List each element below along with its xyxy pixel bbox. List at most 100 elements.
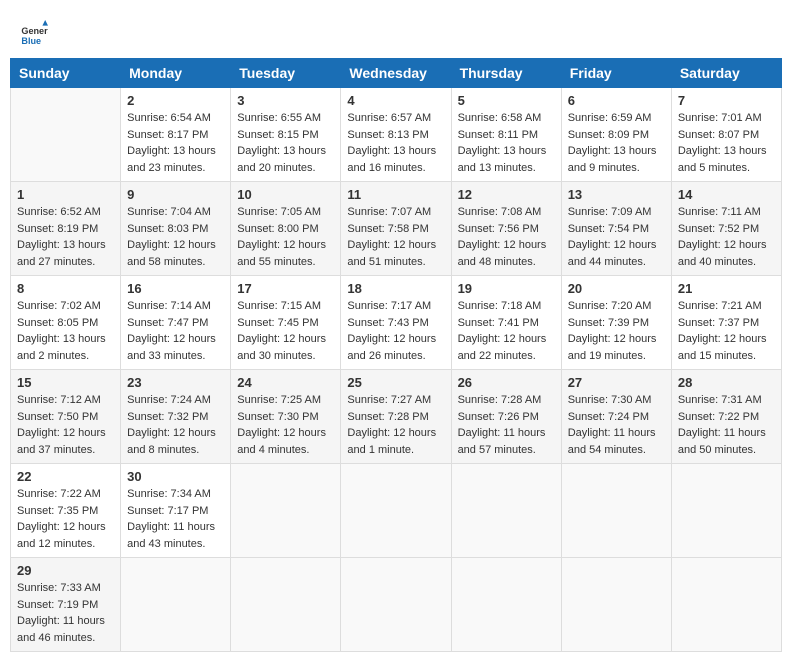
calendar-cell: 16 Sunrise: 7:14 AM Sunset: 7:47 PM Dayli… <box>121 276 231 370</box>
calendar-cell: 30Sunrise: 7:34 AM Sunset: 7:17 PM Dayli… <box>121 464 231 558</box>
calendar-cell: 22 Sunrise: 7:22 AM Sunset: 7:35 PM Dayli… <box>11 464 121 558</box>
calendar-cell: 13 Sunrise: 7:09 AM Sunset: 7:54 PM Dayli… <box>561 182 671 276</box>
calendar-week-row: 8 Sunrise: 7:02 AM Sunset: 8:05 PM Daylig… <box>11 276 782 370</box>
calendar-week-row: 15Sunrise: 7:12 AM Sunset: 7:50 PM Dayli… <box>11 370 782 464</box>
day-info: Sunrise: 7:22 AM Sunset: 7:35 PM Dayligh… <box>17 486 114 552</box>
day-info: Sunrise: 7:09 AM Sunset: 7:54 PM Dayligh… <box>568 204 665 270</box>
calendar-cell: 10Sunrise: 7:05 AM Sunset: 8:00 PM Dayli… <box>231 182 341 276</box>
calendar-cell <box>561 464 671 558</box>
calendar-cell: 21Sunrise: 7:21 AM Sunset: 7:37 PM Dayli… <box>671 276 781 370</box>
calendar-cell <box>671 558 781 652</box>
calendar-cell <box>341 558 451 652</box>
day-info: Sunrise: 7:27 AM Sunset: 7:28 PM Dayligh… <box>347 392 444 458</box>
calendar-cell: 8 Sunrise: 7:02 AM Sunset: 8:05 PM Daylig… <box>11 276 121 370</box>
weekday-header: Tuesday <box>231 59 341 88</box>
page-header: General Blue <box>10 10 782 53</box>
day-info: Sunrise: 7:14 AM Sunset: 7:47 PM Dayligh… <box>127 298 224 364</box>
day-info: Sunrise: 7:12 AM Sunset: 7:50 PM Dayligh… <box>17 392 114 458</box>
svg-text:Blue: Blue <box>21 36 41 46</box>
day-info: Sunrise: 7:01 AM Sunset: 8:07 PM Dayligh… <box>678 110 775 176</box>
day-info: Sunrise: 7:02 AM Sunset: 8:05 PM Dayligh… <box>17 298 114 364</box>
calendar-cell: 25 Sunrise: 7:27 AM Sunset: 7:28 PM Dayli… <box>341 370 451 464</box>
calendar-cell: 3Sunrise: 6:55 AM Sunset: 8:15 PM Daylig… <box>231 88 341 182</box>
day-number: 29 <box>17 563 114 578</box>
calendar-cell: 27Sunrise: 7:30 AM Sunset: 7:24 PM Dayli… <box>561 370 671 464</box>
calendar-cell: 19Sunrise: 7:18 AM Sunset: 7:41 PM Dayli… <box>451 276 561 370</box>
day-info: Sunrise: 6:52 AM Sunset: 8:19 PM Dayligh… <box>17 204 114 270</box>
day-number: 11 <box>347 187 444 202</box>
day-info: Sunrise: 7:21 AM Sunset: 7:37 PM Dayligh… <box>678 298 775 364</box>
calendar-cell: 9 Sunrise: 7:04 AM Sunset: 8:03 PM Daylig… <box>121 182 231 276</box>
calendar-cell: 7 Sunrise: 7:01 AM Sunset: 8:07 PM Daylig… <box>671 88 781 182</box>
day-info: Sunrise: 7:08 AM Sunset: 7:56 PM Dayligh… <box>458 204 555 270</box>
day-number: 18 <box>347 281 444 296</box>
calendar-cell: 2 Sunrise: 6:54 AM Sunset: 8:17 PM Daylig… <box>121 88 231 182</box>
day-number: 9 <box>127 187 224 202</box>
calendar-cell <box>121 558 231 652</box>
calendar-week-row: 1Sunrise: 6:52 AM Sunset: 8:19 PM Daylig… <box>11 182 782 276</box>
day-number: 17 <box>237 281 334 296</box>
calendar-cell: 28Sunrise: 7:31 AM Sunset: 7:22 PM Dayli… <box>671 370 781 464</box>
day-info: Sunrise: 6:54 AM Sunset: 8:17 PM Dayligh… <box>127 110 224 176</box>
day-number: 2 <box>127 93 224 108</box>
calendar-cell <box>11 88 121 182</box>
day-info: Sunrise: 7:18 AM Sunset: 7:41 PM Dayligh… <box>458 298 555 364</box>
calendar-week-row: 29Sunrise: 7:33 AM Sunset: 7:19 PM Dayli… <box>11 558 782 652</box>
day-number: 10 <box>237 187 334 202</box>
weekday-header: Sunday <box>11 59 121 88</box>
weekday-header: Thursday <box>451 59 561 88</box>
day-number: 13 <box>568 187 665 202</box>
day-info: Sunrise: 7:17 AM Sunset: 7:43 PM Dayligh… <box>347 298 444 364</box>
weekday-header: Friday <box>561 59 671 88</box>
calendar-cell: 24 Sunrise: 7:25 AM Sunset: 7:30 PM Dayli… <box>231 370 341 464</box>
day-info: Sunrise: 6:57 AM Sunset: 8:13 PM Dayligh… <box>347 110 444 176</box>
day-number: 6 <box>568 93 665 108</box>
day-number: 23 <box>127 375 224 390</box>
day-info: Sunrise: 7:30 AM Sunset: 7:24 PM Dayligh… <box>568 392 665 458</box>
day-info: Sunrise: 7:25 AM Sunset: 7:30 PM Dayligh… <box>237 392 334 458</box>
day-number: 26 <box>458 375 555 390</box>
calendar-cell <box>451 558 561 652</box>
day-number: 3 <box>237 93 334 108</box>
day-info: Sunrise: 7:04 AM Sunset: 8:03 PM Dayligh… <box>127 204 224 270</box>
calendar-cell: 15Sunrise: 7:12 AM Sunset: 7:50 PM Dayli… <box>11 370 121 464</box>
calendar-cell <box>671 464 781 558</box>
day-number: 8 <box>17 281 114 296</box>
calendar-cell: 6 Sunrise: 6:59 AM Sunset: 8:09 PM Daylig… <box>561 88 671 182</box>
day-number: 30 <box>127 469 224 484</box>
logo-icon: General Blue <box>20 20 48 48</box>
calendar-cell: 1Sunrise: 6:52 AM Sunset: 8:19 PM Daylig… <box>11 182 121 276</box>
calendar-header-row: SundayMondayTuesdayWednesdayThursdayFrid… <box>11 59 782 88</box>
weekday-header: Saturday <box>671 59 781 88</box>
svg-text:General: General <box>21 26 48 36</box>
day-number: 14 <box>678 187 775 202</box>
calendar-week-row: 22 Sunrise: 7:22 AM Sunset: 7:35 PM Dayli… <box>11 464 782 558</box>
weekday-header: Wednesday <box>341 59 451 88</box>
day-info: Sunrise: 7:07 AM Sunset: 7:58 PM Dayligh… <box>347 204 444 270</box>
day-number: 4 <box>347 93 444 108</box>
day-info: Sunrise: 7:28 AM Sunset: 7:26 PM Dayligh… <box>458 392 555 458</box>
day-number: 7 <box>678 93 775 108</box>
logo: General Blue <box>20 20 50 48</box>
day-info: Sunrise: 7:31 AM Sunset: 7:22 PM Dayligh… <box>678 392 775 458</box>
day-number: 24 <box>237 375 334 390</box>
calendar-cell: 12 Sunrise: 7:08 AM Sunset: 7:56 PM Dayli… <box>451 182 561 276</box>
day-info: Sunrise: 6:59 AM Sunset: 8:09 PM Dayligh… <box>568 110 665 176</box>
calendar-cell <box>231 558 341 652</box>
day-info: Sunrise: 7:20 AM Sunset: 7:39 PM Dayligh… <box>568 298 665 364</box>
calendar-cell: 26 Sunrise: 7:28 AM Sunset: 7:26 PM Dayli… <box>451 370 561 464</box>
calendar-cell <box>231 464 341 558</box>
calendar-cell: 29Sunrise: 7:33 AM Sunset: 7:19 PM Dayli… <box>11 558 121 652</box>
calendar-cell: 11 Sunrise: 7:07 AM Sunset: 7:58 PM Dayli… <box>341 182 451 276</box>
calendar-week-row: 2 Sunrise: 6:54 AM Sunset: 8:17 PM Daylig… <box>11 88 782 182</box>
day-number: 25 <box>347 375 444 390</box>
day-info: Sunrise: 7:24 AM Sunset: 7:32 PM Dayligh… <box>127 392 224 458</box>
calendar-cell: 23 Sunrise: 7:24 AM Sunset: 7:32 PM Dayli… <box>121 370 231 464</box>
calendar-cell <box>561 558 671 652</box>
day-number: 12 <box>458 187 555 202</box>
calendar-cell: 20Sunrise: 7:20 AM Sunset: 7:39 PM Dayli… <box>561 276 671 370</box>
day-number: 22 <box>17 469 114 484</box>
day-info: Sunrise: 7:11 AM Sunset: 7:52 PM Dayligh… <box>678 204 775 270</box>
calendar-body: 2 Sunrise: 6:54 AM Sunset: 8:17 PM Daylig… <box>11 88 782 652</box>
day-number: 16 <box>127 281 224 296</box>
